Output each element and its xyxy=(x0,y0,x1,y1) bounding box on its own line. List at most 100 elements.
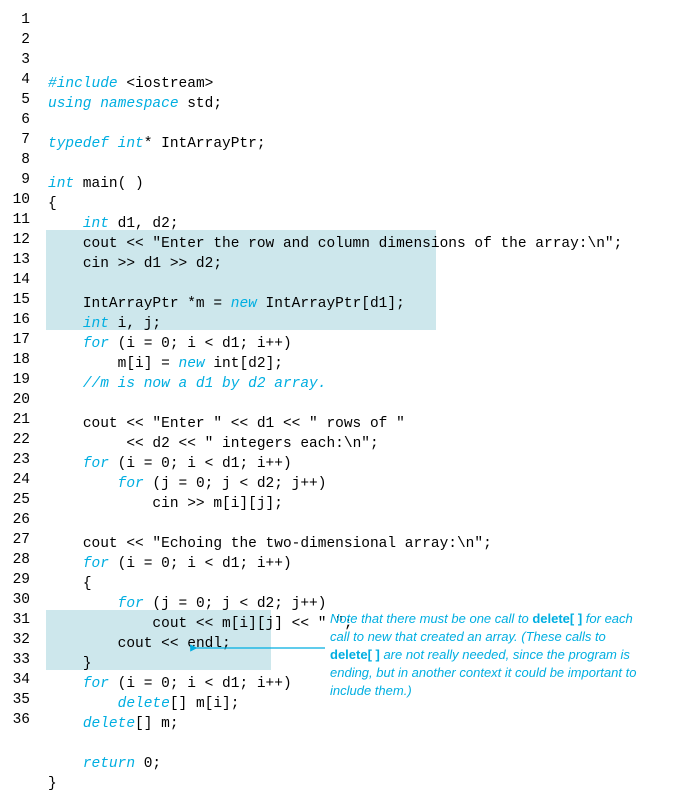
line-number: 16 xyxy=(10,310,30,330)
code-line xyxy=(48,514,690,534)
line-number: 6 xyxy=(10,110,30,130)
token-nm: cout << "Enter " << d1 << " rows of " xyxy=(83,416,405,432)
line-number: 35 xyxy=(10,690,30,710)
annotation-arrow xyxy=(190,640,330,660)
token-nm: [] m; xyxy=(135,716,179,732)
token-kw: for xyxy=(118,476,144,492)
code-line: { xyxy=(48,574,690,594)
token-nm: (i = 0; i < d1; i++) xyxy=(109,676,292,692)
code-line: int d1, d2; xyxy=(48,214,690,234)
code-line: cout << "Enter the row and column dimens… xyxy=(48,234,690,254)
token-kw: typedef int xyxy=(48,136,144,152)
token-nm: cout << "Echoing the two-dimensional arr… xyxy=(83,536,492,552)
token-kw: for xyxy=(83,456,109,472)
annotation-text: Note that there must be one call to dele… xyxy=(330,610,650,700)
line-number: 34 xyxy=(10,670,30,690)
line-number: 30 xyxy=(10,590,30,610)
line-number: 31 xyxy=(10,610,30,630)
line-number-gutter: 1234567891011121314151617181920212223242… xyxy=(10,10,48,794)
code-line: m[i] = new int[d2]; xyxy=(48,354,690,374)
line-number: 10 xyxy=(10,190,30,210)
line-number: 13 xyxy=(10,250,30,270)
line-number: 36 xyxy=(10,710,30,730)
code-line: using namespace std; xyxy=(48,94,690,114)
code-line: int main( ) xyxy=(48,174,690,194)
token-nm: * IntArrayPtr; xyxy=(144,136,266,152)
token-nm: i, j; xyxy=(109,316,161,332)
code-line: for (i = 0; i < d1; i++) xyxy=(48,334,690,354)
token-nm: (j = 0; j < d2; j++) xyxy=(144,596,327,612)
line-number: 22 xyxy=(10,430,30,450)
token-nm: IntArrayPtr[d1]; xyxy=(257,296,405,312)
line-number: 7 xyxy=(10,130,30,150)
line-number: 1 xyxy=(10,10,30,30)
line-number: 2 xyxy=(10,30,30,50)
token-nm: { xyxy=(48,196,57,212)
annotation-bold: delete[ ] xyxy=(330,647,380,662)
token-nm: [] m[i]; xyxy=(170,696,240,712)
token-kw: return xyxy=(83,756,135,772)
line-number: 11 xyxy=(10,210,30,230)
token-kw: #include xyxy=(48,76,118,92)
code-line: delete[] m; xyxy=(48,714,690,734)
token-nm: std; xyxy=(179,96,223,112)
line-number: 27 xyxy=(10,530,30,550)
line-number: 17 xyxy=(10,330,30,350)
code-line: { xyxy=(48,194,690,214)
line-number: 18 xyxy=(10,350,30,370)
token-kw: int xyxy=(83,316,109,332)
line-number: 29 xyxy=(10,570,30,590)
code-line: #include <iostream> xyxy=(48,74,690,94)
line-number: 5 xyxy=(10,90,30,110)
line-number: 20 xyxy=(10,390,30,410)
code-line: typedef int* IntArrayPtr; xyxy=(48,134,690,154)
token-nm: cin >> m[i][j]; xyxy=(152,496,283,512)
code-line: << d2 << " integers each:\n"; xyxy=(48,434,690,454)
code-line: for (i = 0; i < d1; i++) xyxy=(48,554,690,574)
code-line: for (i = 0; i < d1; i++) xyxy=(48,454,690,474)
token-kw: for xyxy=(83,336,109,352)
line-number: 33 xyxy=(10,650,30,670)
token-nm: } xyxy=(48,776,57,792)
line-number: 14 xyxy=(10,270,30,290)
token-kw: for xyxy=(83,676,109,692)
code-line: IntArrayPtr *m = new IntArrayPtr[d1]; xyxy=(48,294,690,314)
code-line: return 0; xyxy=(48,754,690,774)
code-line: cout << "Echoing the two-dimensional arr… xyxy=(48,534,690,554)
token-nm: 0; xyxy=(135,756,161,772)
token-kw: int xyxy=(48,176,74,192)
token-cm: //m is now a d1 by d2 array. xyxy=(83,376,327,392)
token-nm: (i = 0; i < d1; i++) xyxy=(109,456,292,472)
code-line: //m is now a d1 by d2 array. xyxy=(48,374,690,394)
token-nm: main( ) xyxy=(74,176,144,192)
token-kw: delete xyxy=(83,716,135,732)
token-nm: { xyxy=(83,576,92,592)
line-number: 4 xyxy=(10,70,30,90)
token-kw: new xyxy=(231,296,257,312)
token-kw: int xyxy=(83,216,109,232)
code-line: int i, j; xyxy=(48,314,690,334)
token-kw: using namespace xyxy=(48,96,179,112)
token-nm: (i = 0; i < d1; i++) xyxy=(109,556,292,572)
annotation-part: Note that there must be one call to xyxy=(330,611,532,626)
token-nm: << d2 << " integers each:\n"; xyxy=(118,436,379,452)
line-number: 15 xyxy=(10,290,30,310)
annotation-bold: delete[ ] xyxy=(532,611,582,626)
token-nm: int[d2]; xyxy=(205,356,283,372)
token-kw: for xyxy=(118,596,144,612)
token-nm: <iostream> xyxy=(118,76,214,92)
token-kw: delete xyxy=(118,696,170,712)
token-nm: (i = 0; i < d1; i++) xyxy=(109,336,292,352)
line-number: 23 xyxy=(10,450,30,470)
code-line: for (j = 0; j < d2; j++) xyxy=(48,474,690,494)
line-number: 21 xyxy=(10,410,30,430)
line-number: 9 xyxy=(10,170,30,190)
code-line: cin >> d1 >> d2; xyxy=(48,254,690,274)
token-nm: cin >> d1 >> d2; xyxy=(83,256,222,272)
token-nm: m[i] = xyxy=(118,356,179,372)
code-line xyxy=(48,734,690,754)
token-nm: d1, d2; xyxy=(109,216,179,232)
line-number: 24 xyxy=(10,470,30,490)
line-number: 26 xyxy=(10,510,30,530)
line-number: 32 xyxy=(10,630,30,650)
